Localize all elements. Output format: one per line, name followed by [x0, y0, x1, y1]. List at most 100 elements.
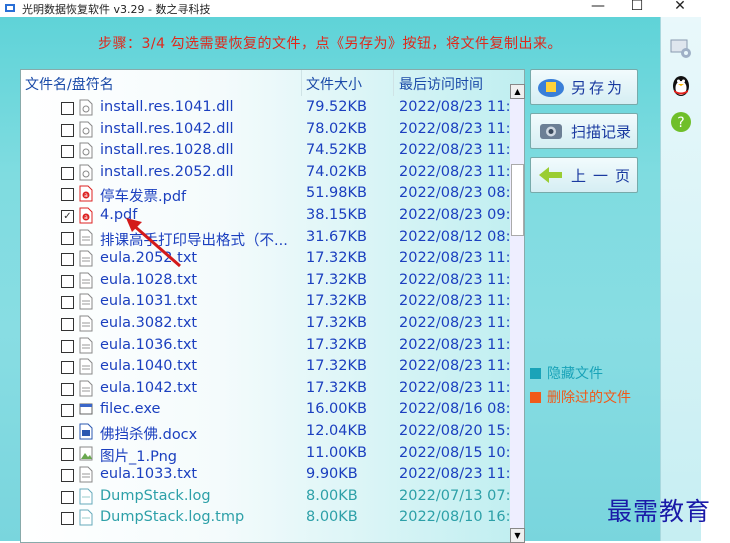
- file-row[interactable]: eula.1033.txt 9.90KB 2022/08/23 11:5: [21, 465, 510, 487]
- file-date: 2022/08/23 11:5: [399, 250, 510, 267]
- file-date: 2022/08/23 11:5: [399, 336, 510, 353]
- file-checkbox[interactable]: [61, 317, 74, 331]
- file-date: 2022/08/15 10:0: [399, 444, 510, 461]
- file-checkbox[interactable]: [61, 339, 74, 353]
- file-row[interactable]: install.res.1028.dll 74.52KB 2022/08/23 11…: [21, 141, 510, 163]
- scan-log-button[interactable]: 扫描记录: [530, 113, 638, 149]
- app-body: 步骤：3/4 勾选需要恢复的文件，点《另存为》按钮，将文件复制出来。 文件名/盘…: [0, 17, 700, 543]
- file-checkbox[interactable]: [61, 102, 74, 115]
- file-row[interactable]: 佛挡杀佛.docx 12.04KB 2022/08/20 15:1: [21, 422, 510, 444]
- file-checkbox[interactable]: [61, 469, 74, 483]
- file-checkbox[interactable]: [61, 404, 74, 418]
- save-as-label: 另存为: [571, 79, 626, 97]
- file-name: 停车发票.pdf: [100, 189, 187, 206]
- file-checkbox[interactable]: [61, 447, 74, 461]
- back-arrow-icon: [539, 167, 562, 183]
- file-checkbox[interactable]: [61, 361, 74, 375]
- app-icon: [5, 4, 15, 12]
- file-name: install.res.1041.dll: [100, 99, 234, 115]
- maximize-button[interactable]: ☐: [622, 0, 652, 14]
- file-date: 2022/08/20 15:1: [399, 422, 510, 439]
- scroll-thumb[interactable]: [511, 164, 524, 236]
- file-size: 12.04KB: [306, 422, 367, 439]
- file-row[interactable]: eula.1042.txt 17.32KB 2022/08/23 11:5: [21, 379, 510, 401]
- column-header-name[interactable]: 文件名/盘符名: [25, 74, 114, 94]
- text-file-icon: [79, 380, 93, 397]
- minimize-button[interactable]: —: [583, 0, 613, 14]
- file-checkbox[interactable]: [61, 231, 74, 245]
- file-name: 佛挡杀佛.docx: [100, 426, 198, 443]
- file-row[interactable]: eula.1036.txt 17.32KB 2022/08/23 11:5: [21, 336, 510, 358]
- text-file-icon: [79, 337, 93, 354]
- close-button[interactable]: ✕: [665, 0, 695, 14]
- scroll-up-arrow-icon[interactable]: ▲: [510, 84, 525, 99]
- right-toolbar: ?: [660, 17, 701, 541]
- file-checkbox[interactable]: [61, 123, 74, 137]
- file-date: 2022/08/23 11:5: [399, 271, 510, 288]
- qq-penguin-icon[interactable]: [669, 73, 693, 97]
- text-file-icon: [79, 358, 93, 375]
- legend-deleted-label: 删除过的文件: [547, 390, 631, 406]
- file-size: 17.32KB: [306, 358, 367, 375]
- file-row[interactable]: eula.3082.txt 17.32KB 2022/08/23 11:5: [21, 314, 510, 336]
- settings-gear-icon[interactable]: [669, 37, 693, 61]
- save-as-button[interactable]: 另存为: [530, 69, 638, 105]
- file-row[interactable]: 排课高手打印导出格式（不... 31.67KB 2022/08/12 08:4: [21, 228, 510, 250]
- file-checkbox[interactable]: [61, 490, 74, 504]
- file-row[interactable]: a 停车发票.pdf 51.98KB 2022/08/23 08:5: [21, 184, 510, 206]
- file-checkbox[interactable]: [61, 188, 74, 202]
- help-question-icon[interactable]: ?: [669, 110, 693, 134]
- file-row[interactable]: DumpStack.log 8.00KB 2022/07/13 07:5: [21, 487, 510, 509]
- title-bar: 光明数据恢复软件 v3.29 - 数之寻科技 — ☐ ✕: [0, 0, 700, 17]
- file-checkbox[interactable]: [61, 253, 74, 267]
- file-checkbox[interactable]: [61, 425, 74, 439]
- file-date: 2022/08/23 11:5: [399, 142, 510, 159]
- file-row[interactable]: eula.1031.txt 17.32KB 2022/08/23 11:5: [21, 292, 510, 314]
- hidden-color-swatch: [530, 368, 541, 379]
- file-list-header: 文件名/盘符名 文件大小 最后访问时间: [21, 70, 510, 96]
- text-file-icon: [79, 293, 93, 310]
- file-size: 31.67KB: [306, 228, 367, 245]
- file-checkbox[interactable]: [61, 145, 74, 159]
- file-row[interactable]: eula.1028.txt 17.32KB 2022/08/23 11:5: [21, 271, 510, 293]
- column-divider[interactable]: [301, 70, 302, 96]
- file-size: 38.15KB: [306, 206, 367, 223]
- text-file-icon: [79, 250, 93, 267]
- file-row[interactable]: eula.1040.txt 17.32KB 2022/08/23 11:5: [21, 357, 510, 379]
- file-row[interactable]: install.res.2052.dll 74.02KB 2022/08/23 11…: [21, 163, 510, 185]
- file-checkbox[interactable]: [61, 274, 74, 288]
- file-checkbox[interactable]: [61, 512, 74, 526]
- previous-page-button[interactable]: 上一页: [530, 157, 638, 193]
- column-header-size[interactable]: 文件大小: [306, 74, 362, 94]
- file-row[interactable]: DumpStack.log.tmp 8.00KB 2022/08/10 16:5: [21, 508, 510, 530]
- file-row[interactable]: eula.2052.txt 17.32KB 2022/08/23 11:5: [21, 249, 510, 271]
- file-size: 74.52KB: [306, 142, 367, 159]
- file-rows: install.res.1041.dll 79.52KB 2022/08/23 11…: [21, 98, 510, 542]
- legend-hidden-files: 隐藏文件: [530, 363, 603, 383]
- column-divider[interactable]: [393, 70, 394, 96]
- file-checkbox[interactable]: [61, 296, 74, 310]
- file-row[interactable]: 图片_1.Png 11.00KB 2022/08/15 10:0: [21, 444, 510, 466]
- file-row[interactable]: filec.exe 16.00KB 2022/08/16 08:3: [21, 400, 510, 422]
- file-row[interactable]: install.res.1042.dll 78.02KB 2022/08/23 11…: [21, 120, 510, 142]
- file-size: 78.02KB: [306, 120, 367, 137]
- file-name: eula.1031.txt: [100, 293, 198, 310]
- file-row[interactable]: install.res.1041.dll 79.52KB 2022/08/23 11…: [21, 98, 510, 120]
- text-file-icon: [79, 466, 93, 483]
- file-size: 17.32KB: [306, 336, 367, 353]
- file-row[interactable]: ✓ a 4.pdf 38.15KB 2022/08/23 09:0: [21, 206, 510, 228]
- vertical-scrollbar[interactable]: ▲ ▼: [510, 84, 525, 543]
- file-checkbox[interactable]: [61, 382, 74, 396]
- pdf-file-icon: a: [79, 207, 93, 224]
- file-size: 16.00KB: [306, 401, 367, 418]
- step-instruction: 步骤：3/4 勾选需要恢复的文件，点《另存为》按钮，将文件复制出来。: [98, 36, 562, 52]
- dll-file-icon: [79, 142, 93, 159]
- file-name: eula.1042.txt: [100, 379, 198, 396]
- file-size: 17.32KB: [306, 293, 367, 310]
- svg-text:a: a: [84, 192, 88, 199]
- file-checkbox[interactable]: ✓: [61, 209, 74, 223]
- file-checkbox[interactable]: [61, 166, 74, 180]
- docx-file-icon: [79, 423, 93, 440]
- column-header-date[interactable]: 最后访问时间: [399, 74, 483, 94]
- file-date: 2022/08/16 08:3: [399, 401, 510, 418]
